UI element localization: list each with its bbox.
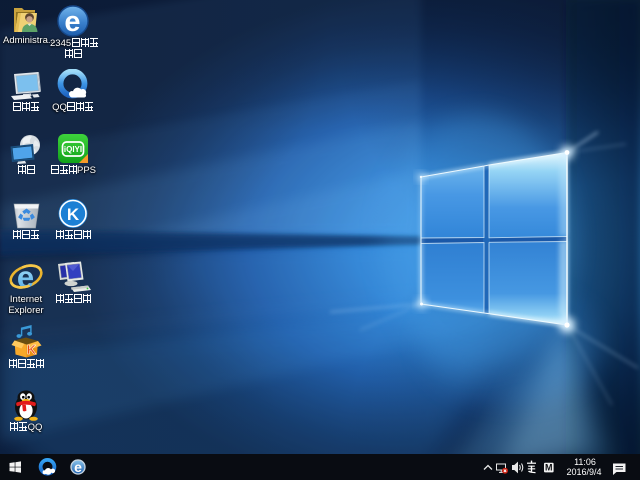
svg-text:K: K <box>67 205 80 224</box>
svg-text:K: K <box>27 342 37 357</box>
svg-text:e: e <box>74 459 82 475</box>
svg-text:iQIYI: iQIYI <box>64 145 82 154</box>
svg-text:e: e <box>64 6 80 37</box>
